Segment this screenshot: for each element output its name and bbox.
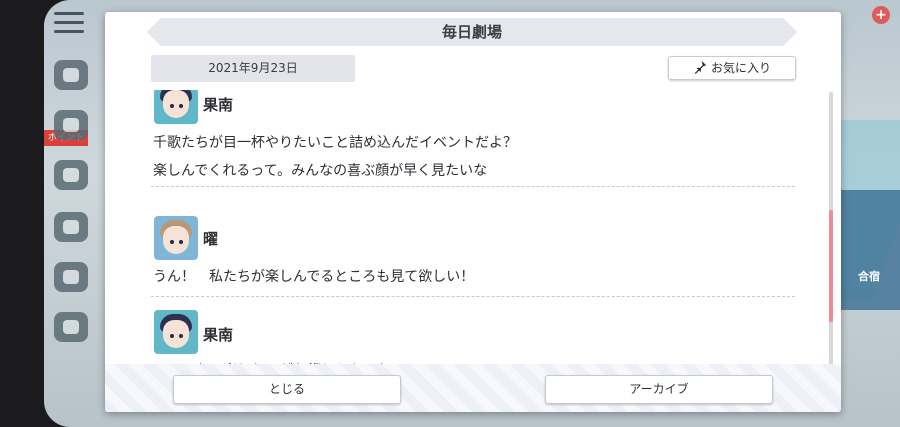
favorite-button[interactable]: お気に入り [668,56,796,80]
entry-divider [151,186,795,187]
dialogue-line: 千歌たちが目一杯やりたいこと詰め込んだイベントだよ？ [153,135,517,151]
scrollbar-thumb[interactable] [829,210,833,322]
message-icon[interactable] [54,212,88,242]
shop-icon[interactable] [54,110,88,140]
right-side-panel: 合宿 [840,0,900,427]
pin-icon [694,60,707,74]
dialogue-line: うん！ 私たちが楽しんでるところも見て欲しい！ [153,269,475,285]
fullscreen-icon[interactable] [54,312,88,342]
close-button[interactable]: とじる [173,375,401,404]
archive-button[interactable]: アーカイブ [545,375,773,404]
left-side-menu [44,0,100,427]
favorite-label: お気に入り [710,61,771,75]
daily-theater-dialog: 毎日劇場 2021年9月23日 お気に入り 果南 千歌たちが目一杯やりたいこと詰… [105,12,841,412]
speaker-name: 果南 [203,96,234,114]
you-avatar [154,216,198,260]
right-tile-label: 合宿 [858,270,880,283]
dialogue-line: 楽しんでくれるって。みんなの喜ぶ顔が早く見たいな [153,163,488,179]
speaker-name: 曜 [203,230,219,248]
date-label: 2021年9月23日 [151,55,355,82]
dialogue-list[interactable]: 果南 千歌たちが目一杯やりたいこと詰め込んだイベントだよ？ 楽しんでくれるって。… [151,90,797,370]
right-tile[interactable] [840,190,900,310]
speaker-name: 果南 [203,326,234,344]
gift-icon[interactable] [54,160,88,190]
dialog-title: 毎日劇場 [147,18,797,46]
plus-icon[interactable]: + [872,6,890,24]
kanan-avatar [154,90,198,124]
trophy-icon[interactable] [54,262,88,292]
chat-icon[interactable] [54,60,88,90]
entry-divider [151,296,795,297]
kanan-avatar [154,310,198,354]
